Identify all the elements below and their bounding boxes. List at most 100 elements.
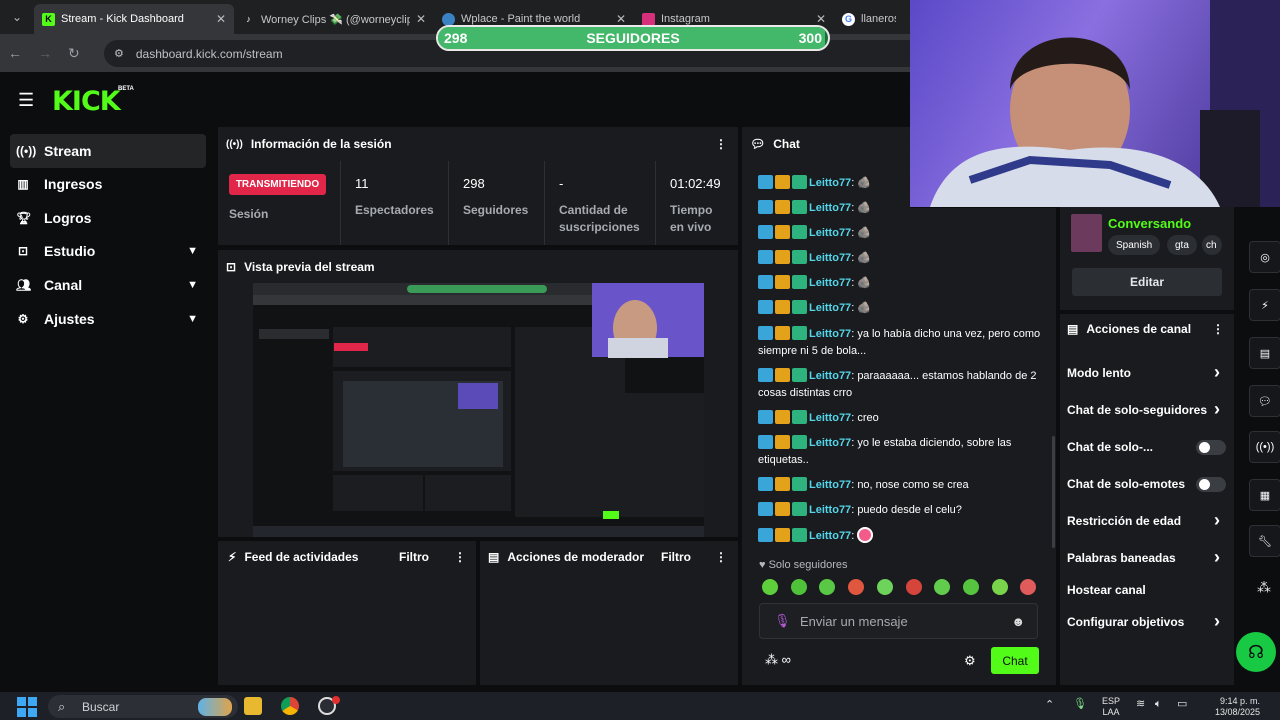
chevron-right-icon[interactable]: ›	[1214, 611, 1220, 632]
chat-username[interactable]: Leitto77	[809, 479, 851, 491]
sidebar-item-ajustes[interactable]: ⚙ Ajustes ▼	[10, 302, 206, 336]
chat-username[interactable]: Leitto77	[809, 252, 851, 264]
chat-send-button[interactable]: Chat	[991, 647, 1039, 674]
kick-logo[interactable]: KICK	[52, 86, 121, 117]
chat-username[interactable]: Leitto77	[809, 302, 851, 314]
category-thumbnail[interactable]	[1071, 214, 1102, 252]
chevron-right-icon[interactable]: ›	[1214, 547, 1220, 568]
clock[interactable]: 9:14 p. m. 13/08/2025	[1198, 696, 1260, 718]
channel-action-item[interactable]: Restricción de edad	[1067, 514, 1217, 528]
quick-share-icon[interactable]: ⁂	[1257, 579, 1271, 596]
tab-search-chevron-icon[interactable]: ⌄	[0, 0, 34, 34]
emote-icon[interactable]	[991, 579, 1008, 595]
close-icon[interactable]: ✕	[216, 12, 226, 26]
close-icon[interactable]: ✕	[816, 12, 826, 26]
chevron-right-icon[interactable]: ›	[1214, 362, 1220, 383]
chat-settings-gear-icon[interactable]: ⚙	[964, 653, 976, 669]
mod-menu-icon[interactable]: ⋮	[715, 550, 727, 564]
language-indicator[interactable]: ESP LAA	[1098, 696, 1124, 718]
edit-stream-button[interactable]: Editar	[1072, 268, 1222, 296]
channel-action-item[interactable]: Chat de solo-...	[1067, 440, 1217, 454]
chat-message[interactable]: Leitto77: yo le estaba diciendo, sobre l…	[758, 435, 1048, 469]
battery-icon[interactable]: ▭	[1177, 699, 1187, 710]
chat-username[interactable]: Leitto77	[809, 177, 851, 189]
emoji-icon[interactable]: ☻	[1011, 614, 1025, 629]
chat-username[interactable]: Leitto77	[809, 227, 851, 239]
forward-icon[interactable]: →	[38, 45, 52, 61]
sidebar-item-estudio[interactable]: ⊡ Estudio ▼	[10, 234, 206, 268]
site-info-icon[interactable]: ⚙	[114, 47, 124, 60]
chat-message[interactable]: Leitto77: no, nose como se crea	[758, 477, 1048, 494]
chat-username[interactable]: Leitto77	[809, 328, 851, 340]
sidebar-item-canal[interactable]: 👥︎ Canal ▼	[10, 268, 206, 302]
stream-category[interactable]: Conversando	[1108, 216, 1191, 231]
emote-icon[interactable]	[876, 579, 893, 595]
quick-action-button[interactable]: ▤	[1249, 337, 1280, 369]
emote-icon[interactable]	[962, 579, 979, 595]
channel-action-item[interactable]: Modo lento	[1067, 366, 1217, 380]
close-icon[interactable]: ✕	[416, 12, 426, 26]
chat-message[interactable]: Leitto77: 🪨	[758, 250, 1048, 267]
microphone-icon[interactable]: 🎙︎	[1073, 699, 1087, 710]
back-icon[interactable]: ←	[8, 45, 22, 61]
chat-username[interactable]: Leitto77	[809, 412, 851, 424]
activity-filter-button[interactable]: Filtro	[399, 550, 429, 564]
chat-message-input[interactable]: 🎙︎ Enviar un mensaje ☻	[759, 603, 1038, 639]
chat-message[interactable]: Leitto77: 🪨	[758, 225, 1048, 242]
chat-username[interactable]: Leitto77	[809, 370, 851, 382]
chat-scrollbar[interactable]	[1052, 436, 1055, 548]
chat-message[interactable]: Leitto77:	[758, 527, 1048, 545]
mod-filter-button[interactable]: Filtro	[661, 550, 691, 564]
tray-chevron-icon[interactable]: ⌃	[1045, 700, 1054, 711]
toggle-switch[interactable]	[1196, 477, 1226, 492]
emote-icon[interactable]	[905, 579, 922, 595]
chat-message[interactable]: Leitto77: 🪨	[758, 275, 1048, 292]
tab-google[interactable]: G llaneros esp	[834, 4, 904, 34]
chat-username[interactable]: Leitto77	[809, 277, 851, 289]
session-menu-icon[interactable]: ⋮	[715, 137, 727, 151]
chat-username[interactable]: Leitto77	[809, 530, 851, 542]
volume-icon[interactable]: 🔈︎	[1155, 699, 1162, 710]
reload-icon[interactable]: ↻	[68, 45, 80, 62]
chevron-right-icon[interactable]: ›	[1214, 510, 1220, 531]
quick-action-button[interactable]: 💬︎	[1249, 385, 1280, 417]
tab-worney-clips[interactable]: ♪ Worney Clips 💸 (@worneyclips) ✕	[234, 4, 434, 34]
quick-action-button[interactable]: ⚡︎	[1249, 289, 1280, 321]
channel-action-item[interactable]: Configurar objetivos	[1067, 615, 1217, 629]
windows-start-icon[interactable]	[17, 697, 37, 717]
chat-username[interactable]: Leitto77	[809, 202, 851, 214]
chrome-icon[interactable]	[281, 697, 299, 715]
quick-action-button[interactable]: ▦	[1249, 479, 1280, 511]
chat-username[interactable]: Leitto77	[809, 437, 851, 449]
quick-action-button[interactable]: 🔧︎	[1249, 525, 1280, 557]
quick-action-button[interactable]: ◎	[1249, 241, 1280, 273]
chat-message[interactable]: Leitto77: paraaaaaa... estamos hablando …	[758, 368, 1048, 402]
channel-action-item[interactable]: Hostear canal	[1067, 583, 1217, 597]
stream-preview-video[interactable]	[253, 283, 704, 537]
hamburger-menu-icon[interactable]: ☰	[18, 90, 34, 111]
chat-message[interactable]: Leitto77: 🪨	[758, 300, 1048, 317]
chat-message[interactable]: Leitto77: puedo desde el celu?	[758, 502, 1048, 519]
kick-points-icon[interactable]: ⁂ ∞	[765, 652, 791, 668]
wifi-icon[interactable]: ≋	[1136, 699, 1145, 710]
channel-actions-menu-icon[interactable]: ⋮	[1212, 322, 1224, 336]
sidebar-item-logros[interactable]: 🏆︎ Logros	[10, 201, 206, 235]
emote-icon[interactable]	[762, 579, 778, 595]
chat-message[interactable]: Leitto77: creo	[758, 410, 1048, 427]
channel-action-item[interactable]: Palabras baneadas	[1067, 551, 1217, 565]
microphone-icon[interactable]: 🎙︎	[774, 613, 791, 629]
sidebar-item-ingresos[interactable]: ▥ Ingresos	[10, 167, 206, 201]
taskbar-search[interactable]: ⌕ Buscar	[48, 695, 238, 718]
support-headset-icon[interactable]: ☊	[1236, 632, 1276, 672]
emote-icon[interactable]	[790, 579, 807, 595]
quick-action-button[interactable]: ((•))	[1249, 431, 1280, 463]
chat-username[interactable]: Leitto77	[809, 504, 851, 516]
sidebar-item-stream[interactable]: ((•)) Stream	[10, 134, 206, 168]
emote-icon[interactable]	[848, 579, 865, 595]
channel-action-item[interactable]: Chat de solo-seguidores	[1067, 403, 1217, 417]
activity-menu-icon[interactable]: ⋮	[454, 550, 466, 564]
chevron-right-icon[interactable]: ›	[1214, 399, 1220, 420]
tab-kick-dashboard[interactable]: K Stream - Kick Dashboard ✕	[34, 4, 234, 34]
file-explorer-icon[interactable]	[244, 697, 262, 715]
close-icon[interactable]: ✕	[616, 12, 626, 26]
